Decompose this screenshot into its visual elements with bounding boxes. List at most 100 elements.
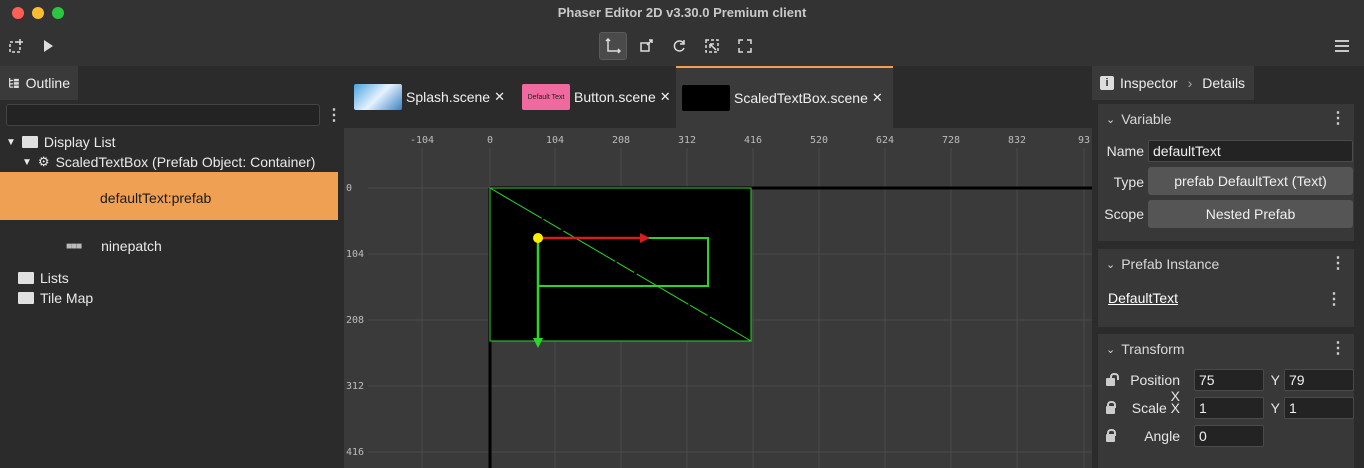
folder-icon — [21, 136, 38, 148]
folder-icon — [18, 292, 34, 304]
prefab-instance-menu-icon[interactable]: ⋮ — [1330, 253, 1346, 273]
variable-menu-icon[interactable]: ⋮ — [1330, 108, 1346, 128]
transform-section: ⌄ Transform ⋮ Position X 75 Y 79 Scale X… — [1098, 334, 1354, 468]
type-button[interactable]: prefab DefaultText (Text) — [1148, 167, 1353, 195]
tab-label: ScaledTextBox.scene — [734, 90, 868, 106]
tree-item-lists[interactable]: Lists — [18, 270, 69, 286]
collapse-arrow-icon[interactable]: ⌄ — [1106, 113, 1115, 126]
tree-item-display-list[interactable]: ▼ Display List — [6, 134, 116, 150]
expand-arrow-icon[interactable]: ▼ — [6, 137, 16, 148]
lock-icon[interactable] — [1106, 401, 1116, 414]
position-y-field[interactable]: 79 — [1284, 369, 1354, 391]
outline-filter-input[interactable] — [6, 104, 320, 126]
angle-field[interactable]: 0 — [1194, 425, 1264, 447]
close-tab-icon[interactable]: ✕ — [660, 89, 671, 105]
tree-item-label: Tile Map — [40, 290, 94, 306]
outline-panel: Outline ⋮ ▼ Display List ▼ ⚙ ScaledTextB… — [0, 66, 344, 468]
tree-item-label: ScaledTextBox (Prefab Object: Container) — [55, 154, 316, 170]
scale-x-field[interactable]: 1 — [1194, 397, 1264, 419]
tab-label: Splash.scene — [406, 89, 491, 105]
rotate-tool-icon[interactable] — [665, 32, 693, 60]
name-field[interactable]: defaultText — [1148, 140, 1353, 162]
main-toolbar — [0, 26, 1364, 66]
inspector-breadcrumb: Details — [1202, 75, 1246, 91]
position-y-label: Y — [1270, 372, 1280, 388]
ruler-y-label: 208 — [346, 315, 364, 326]
ruler-x-label: 832 — [1008, 135, 1026, 146]
scene-editor: Splash.scene ✕ Default Text Button.scene… — [344, 66, 1092, 468]
unlock-icon[interactable] — [1106, 373, 1119, 386]
prefab-instance-section-header[interactable]: ⌄ Prefab Instance — [1098, 249, 1354, 279]
angle-label: Angle — [1144, 428, 1180, 444]
section-title: Transform — [1121, 341, 1185, 357]
tab-inspector[interactable]: i Inspector › Details — [1092, 66, 1254, 100]
select-region-tool-icon[interactable] — [698, 32, 726, 60]
scale-y-field[interactable]: 1 — [1284, 397, 1354, 419]
window-title: Phaser Editor 2D v3.30.0 Premium client — [557, 5, 807, 20]
ruler-x-label: 0 — [487, 135, 493, 146]
ruler-x-label: 93 — [1078, 135, 1090, 146]
tree-item-label: Display List — [43, 134, 116, 150]
ninepatch-icon: ■■■ — [66, 240, 82, 252]
inspector-panel: i Inspector › Details ⌄ Variable ⋮ Name … — [1092, 66, 1364, 468]
menu-icon[interactable] — [1328, 32, 1356, 60]
close-window-button[interactable] — [12, 7, 24, 19]
prefab-link[interactable]: DefaultText — [1108, 290, 1178, 306]
minimize-window-button[interactable] — [32, 7, 44, 19]
section-title: Prefab Instance — [1121, 256, 1220, 272]
ruler-y-label: 312 — [346, 381, 364, 392]
fullscreen-icon[interactable] — [731, 32, 759, 60]
expand-arrow-icon[interactable]: ▼ — [22, 157, 32, 168]
translate-center-handle[interactable] — [533, 233, 543, 243]
scale-tool-icon[interactable] — [632, 32, 660, 60]
prefab-instance-section: ⌄ Prefab Instance ⋮ DefaultText ⋮ — [1098, 249, 1354, 327]
translate-tool-icon[interactable] — [599, 32, 627, 60]
close-tab-icon[interactable]: ✕ — [872, 90, 883, 106]
tree-item-default-text[interactable]: defaultText:prefab — [100, 190, 211, 206]
tree-item-ninepatch[interactable]: ■■■ ninepatch — [66, 238, 162, 254]
folder-icon — [18, 272, 34, 284]
scene-canvas[interactable]: -104 0 104 208 312 416 520 624 728 832 93 0 104 208 31… — [344, 128, 1092, 468]
ruler-x-label: 416 — [744, 135, 762, 146]
name-label: Name — [1106, 143, 1144, 159]
ruler-x-label: 520 — [810, 135, 828, 146]
tree-item-tile-map[interactable]: Tile Map — [18, 290, 93, 306]
transform-section-header[interactable]: ⌄ Transform — [1098, 334, 1354, 364]
chevron-right-icon: › — [1187, 75, 1193, 91]
ruler-y-label: 416 — [346, 447, 364, 458]
close-tab-icon[interactable]: ✕ — [494, 89, 505, 105]
tree-item-container[interactable]: ▼ ⚙ ScaledTextBox (Prefab Object: Contai… — [22, 154, 315, 170]
tree-item-label: ninepatch — [101, 238, 162, 254]
scale-label: Scale X — [1131, 400, 1180, 416]
new-file-icon[interactable] — [2, 32, 30, 60]
ruler-x-label: 208 — [612, 135, 630, 146]
tab-button-scene[interactable]: Default Text Button.scene ✕ — [516, 66, 677, 128]
scaledtextbox-thumbnail — [682, 85, 730, 111]
zoom-window-button[interactable] — [52, 7, 64, 19]
prefab-link-menu-icon[interactable]: ⋮ — [1326, 289, 1342, 309]
tab-outline[interactable]: Outline — [0, 66, 78, 100]
variable-section-header[interactable]: ⌄ Variable — [1098, 104, 1354, 134]
ruler-x-label: 312 — [678, 135, 696, 146]
tab-scaledtextbox-scene[interactable]: ScaledTextBox.scene ✕ — [676, 66, 893, 128]
outline-icon — [9, 78, 19, 88]
outline-tab-label: Outline — [25, 75, 70, 91]
scope-select[interactable]: Nested Prefab — [1148, 200, 1353, 228]
type-label: Type — [1113, 174, 1144, 190]
outline-menu-icon[interactable]: ⋮ — [326, 105, 342, 125]
play-icon[interactable] — [34, 32, 62, 60]
tab-splash-scene[interactable]: Splash.scene ✕ — [348, 66, 511, 128]
tree-item-label: Lists — [40, 270, 69, 286]
position-x-field[interactable]: 75 — [1194, 369, 1264, 391]
ruler-y-label: 104 — [346, 249, 364, 260]
collapse-arrow-icon[interactable]: ⌄ — [1106, 343, 1115, 356]
transform-menu-icon[interactable]: ⋮ — [1330, 338, 1346, 358]
tab-label: Button.scene — [574, 89, 656, 105]
lock-icon[interactable] — [1106, 429, 1116, 442]
variable-section: ⌄ Variable ⋮ Name defaultText Type prefa… — [1098, 104, 1354, 241]
splash-thumbnail — [354, 84, 402, 110]
ruler-x-label: -104 — [410, 135, 434, 146]
button-thumbnail: Default Text — [522, 84, 570, 110]
collapse-arrow-icon[interactable]: ⌄ — [1106, 258, 1115, 271]
ruler-y-label: 0 — [346, 183, 352, 194]
